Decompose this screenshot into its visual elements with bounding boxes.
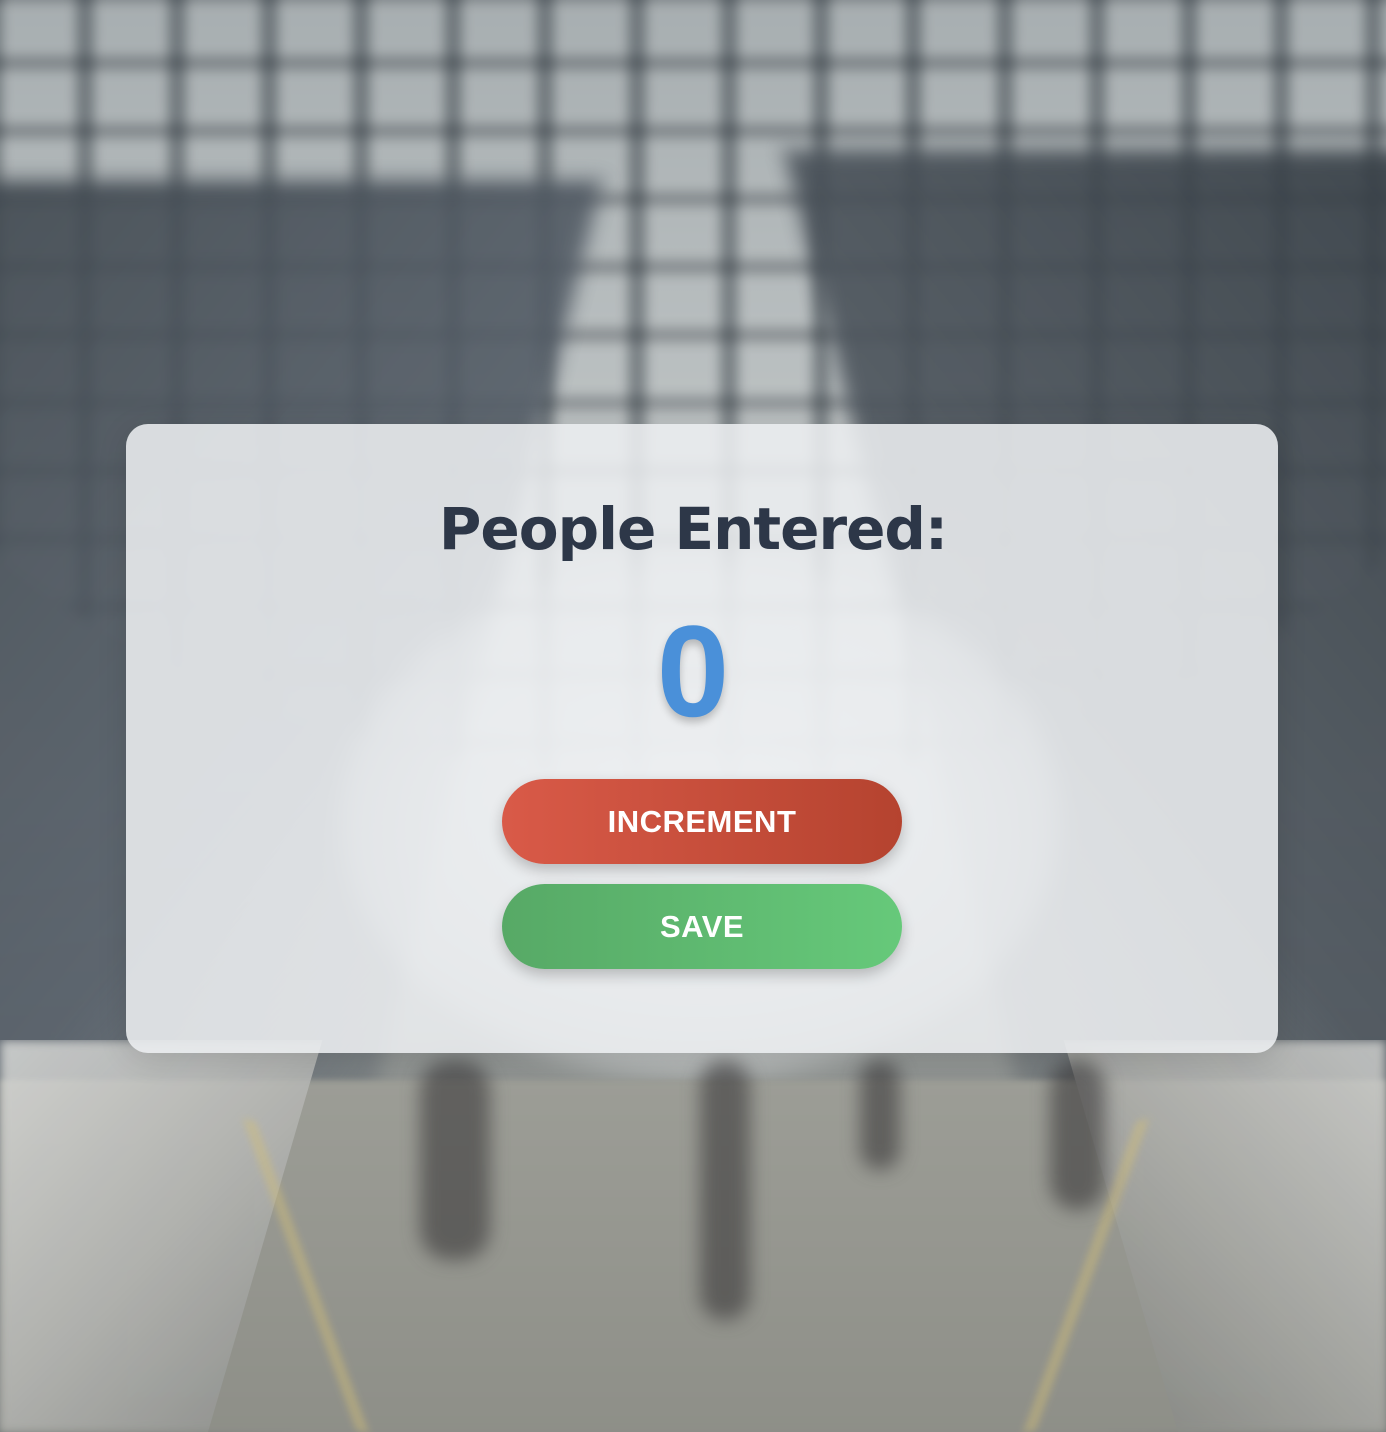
page-title: People Entered:: [438, 495, 948, 563]
blurred-person: [1050, 1060, 1105, 1210]
people-count: 0: [656, 598, 730, 744]
blurred-person: [700, 1060, 750, 1320]
blurred-person: [860, 1060, 900, 1170]
save-button[interactable]: SAVE: [502, 884, 902, 969]
blurred-person: [420, 1060, 490, 1260]
increment-button[interactable]: INCREMENT: [502, 779, 902, 864]
